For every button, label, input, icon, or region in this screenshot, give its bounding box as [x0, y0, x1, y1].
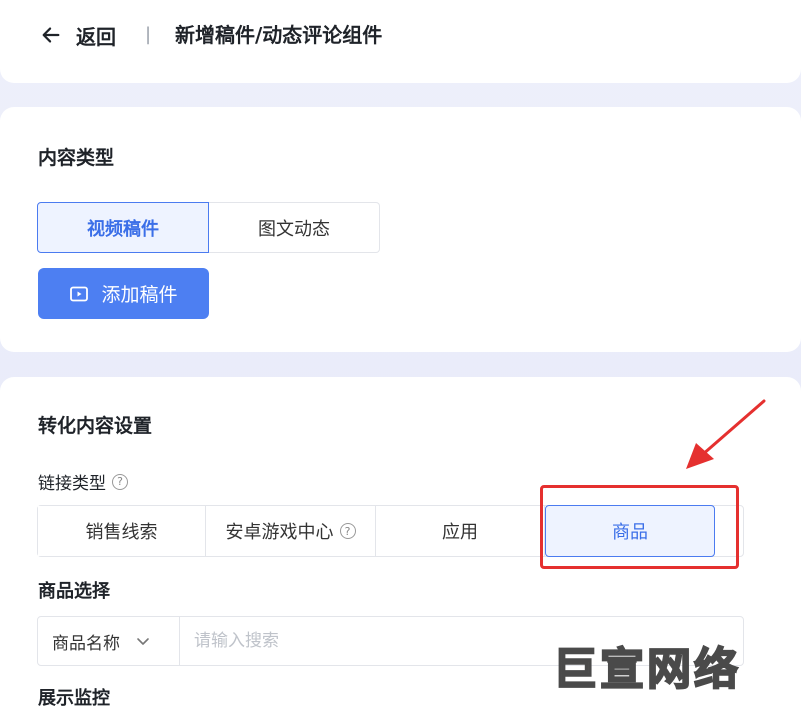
video-icon: [70, 286, 89, 301]
add-manuscript-label: 添加稿件: [101, 284, 178, 306]
content-type-card: 内容类型 视频稿件 图文动态 添加稿件: [0, 107, 801, 352]
tab-video[interactable]: 视频稿件: [37, 202, 209, 253]
link-type-label: 链接类型: [38, 474, 106, 494]
help-icon[interactable]: ?: [112, 473, 128, 490]
link-type-tabs: 销售线索 安卓游戏中心 ? 应用 商品: [37, 505, 744, 557]
back-button[interactable]: 返回: [40, 20, 116, 50]
tab-app[interactable]: 应用: [376, 506, 545, 556]
chevron-down-icon: [137, 638, 149, 645]
goods-field-select[interactable]: 商品名称: [38, 617, 180, 665]
goods-select-label: 商品选择: [38, 581, 110, 602]
goods-field-select-value: 商品名称: [52, 633, 120, 654]
tab-graphic[interactable]: 图文动态: [209, 202, 380, 253]
annotation-arrow-icon: [686, 399, 766, 469]
display-monitor-label: 展示监控: [38, 688, 110, 709]
tab-android-game-center-label: 安卓游戏中心: [225, 522, 334, 543]
watermark-text: 巨宣网络: [552, 643, 741, 696]
tab-android-game-center[interactable]: 安卓游戏中心 ?: [206, 506, 376, 556]
tab-goods[interactable]: 商品: [545, 505, 715, 557]
page-title: 新增稿件/动态评论组件: [175, 23, 383, 47]
arrow-left-icon: [42, 27, 60, 43]
back-label: 返回: [76, 24, 116, 49]
header-separator: |: [145, 24, 152, 45]
conversion-title: 转化内容设置: [38, 415, 153, 437]
help-icon[interactable]: ?: [339, 523, 356, 539]
link-type-label-row: 链接类型 ?: [38, 469, 128, 494]
content-type-title: 内容类型: [38, 147, 115, 169]
add-manuscript-button[interactable]: 添加稿件: [38, 268, 209, 319]
content-type-tabs: 视频稿件 图文动态: [37, 202, 380, 253]
header-bar: 返回 | 新增稿件/动态评论组件: [0, 0, 801, 83]
tab-sales-leads[interactable]: 销售线索: [38, 506, 206, 556]
